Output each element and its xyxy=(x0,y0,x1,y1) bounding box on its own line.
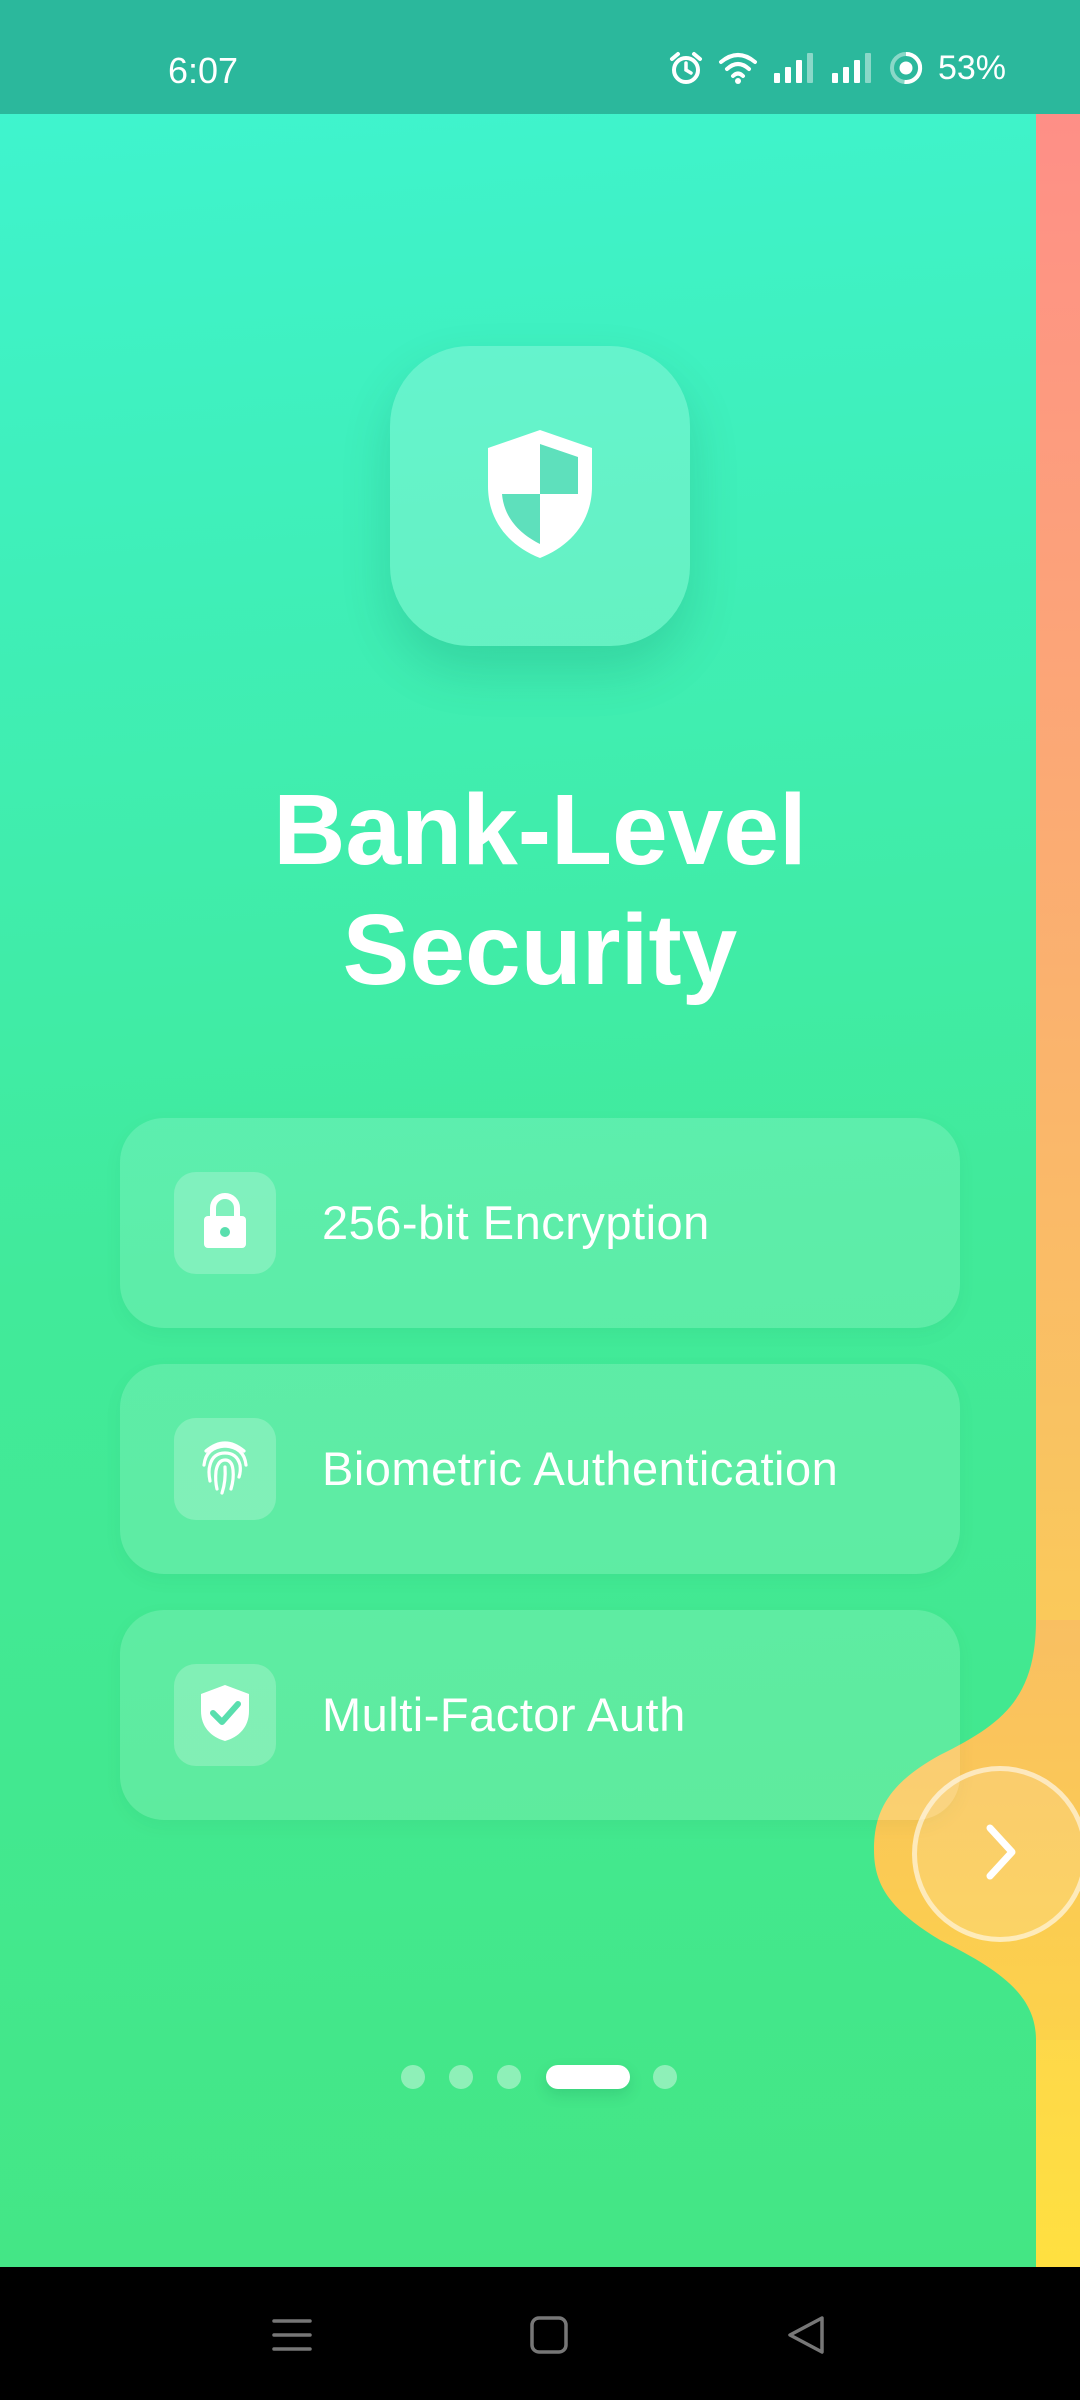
home-icon[interactable] xyxy=(525,2311,573,2359)
page-dot[interactable] xyxy=(497,2065,521,2089)
title-line-2: Security xyxy=(342,894,738,1006)
feature-label: 256-bit Encryption xyxy=(322,1196,710,1249)
battery-ring-icon xyxy=(888,50,924,86)
feature-card-biometric: Biometric Authentication xyxy=(120,1364,960,1574)
shield-icon xyxy=(480,424,600,569)
page-dot[interactable] xyxy=(449,2065,473,2089)
feature-icon-box xyxy=(174,1664,276,1766)
feature-card-mfa: Multi-Factor Auth xyxy=(120,1610,960,1820)
status-bar: 6:07 53% xyxy=(0,0,1080,114)
signal-icon xyxy=(772,51,816,85)
title-line-1: Bank-Level xyxy=(273,774,807,886)
hero-icon-card xyxy=(390,346,690,646)
feature-icon-box xyxy=(174,1418,276,1520)
page-dot-active[interactable] xyxy=(546,2065,630,2089)
alarm-icon xyxy=(668,50,704,86)
next-button[interactable] xyxy=(912,1766,1080,1942)
back-icon[interactable] xyxy=(782,2311,830,2359)
feature-label: Biometric Authentication xyxy=(322,1442,839,1495)
battery-percentage: 53% xyxy=(937,48,1006,87)
fingerprint-icon xyxy=(198,1437,252,1502)
signal-icon xyxy=(830,51,874,85)
status-time: 6:07 xyxy=(168,50,239,91)
menu-icon[interactable] xyxy=(268,2311,316,2359)
wifi-icon xyxy=(718,51,758,85)
feature-icon-box xyxy=(174,1172,276,1274)
page-dot[interactable] xyxy=(401,2065,425,2089)
feature-card-encryption: 256-bit Encryption xyxy=(120,1118,960,1328)
page-title: Bank-Level Security xyxy=(0,770,1080,1010)
lock-icon xyxy=(201,1192,249,1255)
shield-check-icon xyxy=(199,1683,251,1748)
onboarding-screen: 6:07 53% Bank-Level Security 256-bit Enc… xyxy=(0,0,1080,2267)
page-dot[interactable] xyxy=(653,2065,677,2089)
chevron-right-icon xyxy=(978,1822,1022,1887)
page-indicator xyxy=(0,2062,1080,2092)
system-nav-bar xyxy=(0,2267,1080,2400)
feature-label: Multi-Factor Auth xyxy=(322,1688,686,1741)
